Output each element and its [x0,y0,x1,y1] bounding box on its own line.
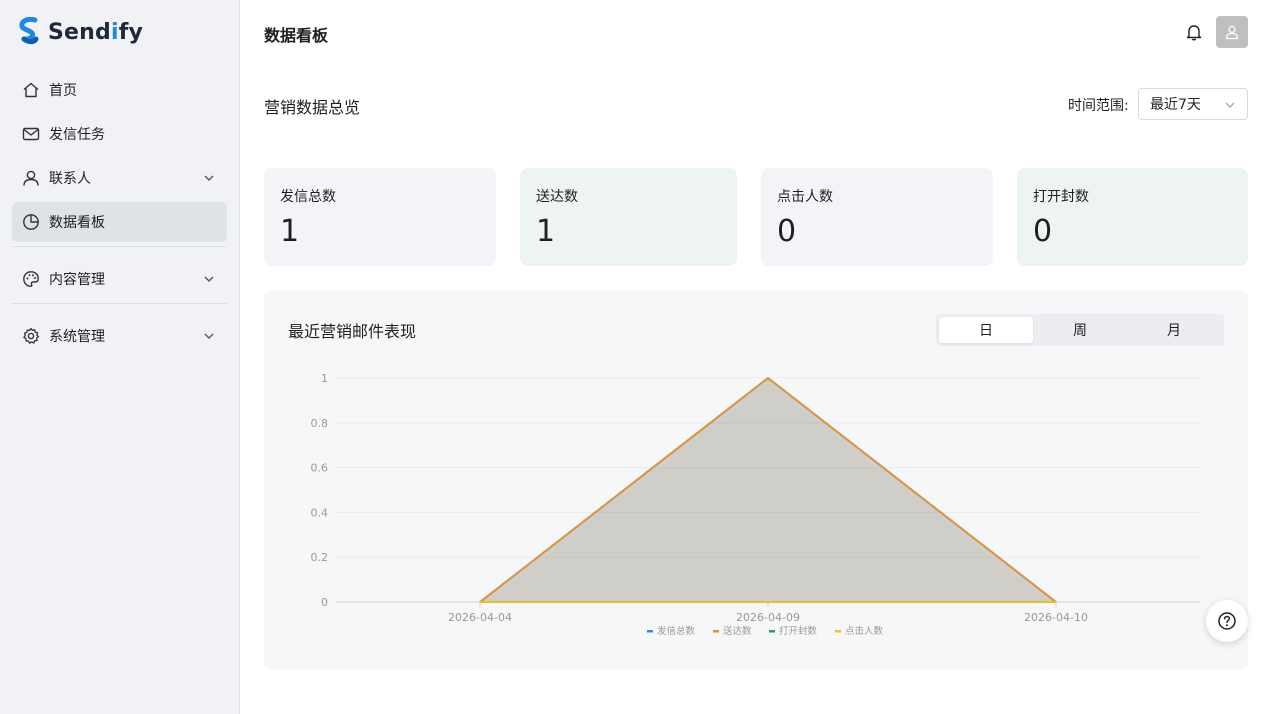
stat-label: 点击人数 [777,189,833,205]
chevron-down-icon[interactable] [201,170,217,186]
app-logo[interactable]: Sendify [18,16,143,48]
avatar[interactable] [1216,16,1248,48]
stat-label: 送达数 [536,189,578,205]
sidebar-item-label: 系统管理 [49,329,105,345]
legend-label: 打开封数 [779,625,818,637]
stat-label: 打开封数 [1033,189,1089,205]
sidebar: Sendify 首页 发信任务 联系人 数据看板 内容管理 系统管理 [0,0,240,714]
period-week-button[interactable]: 周 [1033,317,1127,343]
overview-title: 营销数据总览 [264,98,361,117]
stat-card-delivered: 送达数 1 [520,168,737,266]
performance-chart: 0 0.2 0.4 0.6 0.8 1 2026-04-04 2026-04-09 2026-0… [311,372,1200,637]
sidebar-item-send-tasks[interactable]: 发信任务 [12,114,227,154]
y-tick-label: 0.4 [311,506,329,519]
period-month-button[interactable]: 月 [1127,317,1221,343]
user-icon [1225,25,1239,40]
sidebar-item-home[interactable]: 首页 [12,70,227,110]
home-icon [21,80,41,100]
help-button[interactable] [1206,600,1248,642]
legend-swatch [769,630,775,633]
time-range-select[interactable]: 最近7天 [1138,88,1248,120]
app-name: Sendify [48,19,144,45]
sidebar-item-contacts[interactable]: 联系人 [12,158,227,198]
page-title: 数据看板 [264,26,329,45]
sidebar-item-label: 首页 [49,83,77,99]
palette-icon [21,269,41,289]
sidebar-item-label: 内容管理 [49,272,105,288]
chevron-down-icon [1223,98,1237,112]
stat-value: 1 [536,214,556,249]
x-tick-label: 2026-04-04 [448,611,512,624]
chevron-down-icon[interactable] [201,271,217,287]
legend-label: 点击人数 [845,625,884,637]
y-tick-label: 1 [321,372,328,385]
legend-swatch [713,630,719,633]
bell-icon[interactable] [1184,22,1204,42]
pie-chart-icon [21,212,41,232]
sidebar-item-label: 数据看板 [49,215,105,231]
sidebar-item-system[interactable]: 系统管理 [12,316,227,356]
gear-icon [21,326,41,346]
legend-swatch [647,630,653,633]
x-tick-label: 2026-04-10 [1024,611,1088,624]
y-tick-label: 0.6 [311,462,329,475]
stat-value: 0 [1033,214,1053,249]
legend-label: 送达数 [723,625,752,637]
stat-card-clicks: 点击人数 0 [761,168,993,266]
sidebar-item-label: 联系人 [49,171,91,187]
time-range-value: 最近7天 [1150,97,1201,113]
y-tick-label: 0 [321,596,328,609]
legend-swatch [835,630,841,633]
sendify-logo-icon [19,17,39,45]
mail-icon [21,124,41,144]
x-tick-label: 2026-04-09 [736,611,800,624]
chevron-down-icon[interactable] [201,328,217,344]
user-icon [21,168,41,188]
period-day-button[interactable]: 日 [939,317,1033,343]
stat-value: 1 [280,214,300,249]
legend-label: 发信总数 [657,625,696,637]
stat-card-opens: 打开封数 0 [1017,168,1248,266]
stat-card-sent: 发信总数 1 [264,168,496,266]
time-range-label: 时间范围: [1068,98,1129,114]
performance-panel: 0 0.2 0.4 0.6 0.8 1 2026-04-04 2026-04-09 2026-0… [264,290,1248,670]
sidebar-item-content[interactable]: 内容管理 [12,259,227,299]
y-tick-label: 0.8 [311,417,329,430]
y-tick-label: 0.2 [311,551,329,564]
period-switch: 日 周 月 [936,314,1224,346]
sidebar-divider [12,246,227,247]
question-icon [1218,612,1236,630]
sidebar-nav: 首页 发信任务 联系人 数据看板 内容管理 系统管理 [12,70,227,360]
performance-title: 最近营销邮件表现 [288,322,417,341]
sidebar-item-label: 发信任务 [49,127,105,143]
sidebar-item-dashboard[interactable]: 数据看板 [12,202,227,242]
series-area-1 [480,378,1056,602]
stat-label: 发信总数 [280,189,336,205]
stat-value: 0 [777,214,797,249]
sidebar-divider [12,303,227,304]
